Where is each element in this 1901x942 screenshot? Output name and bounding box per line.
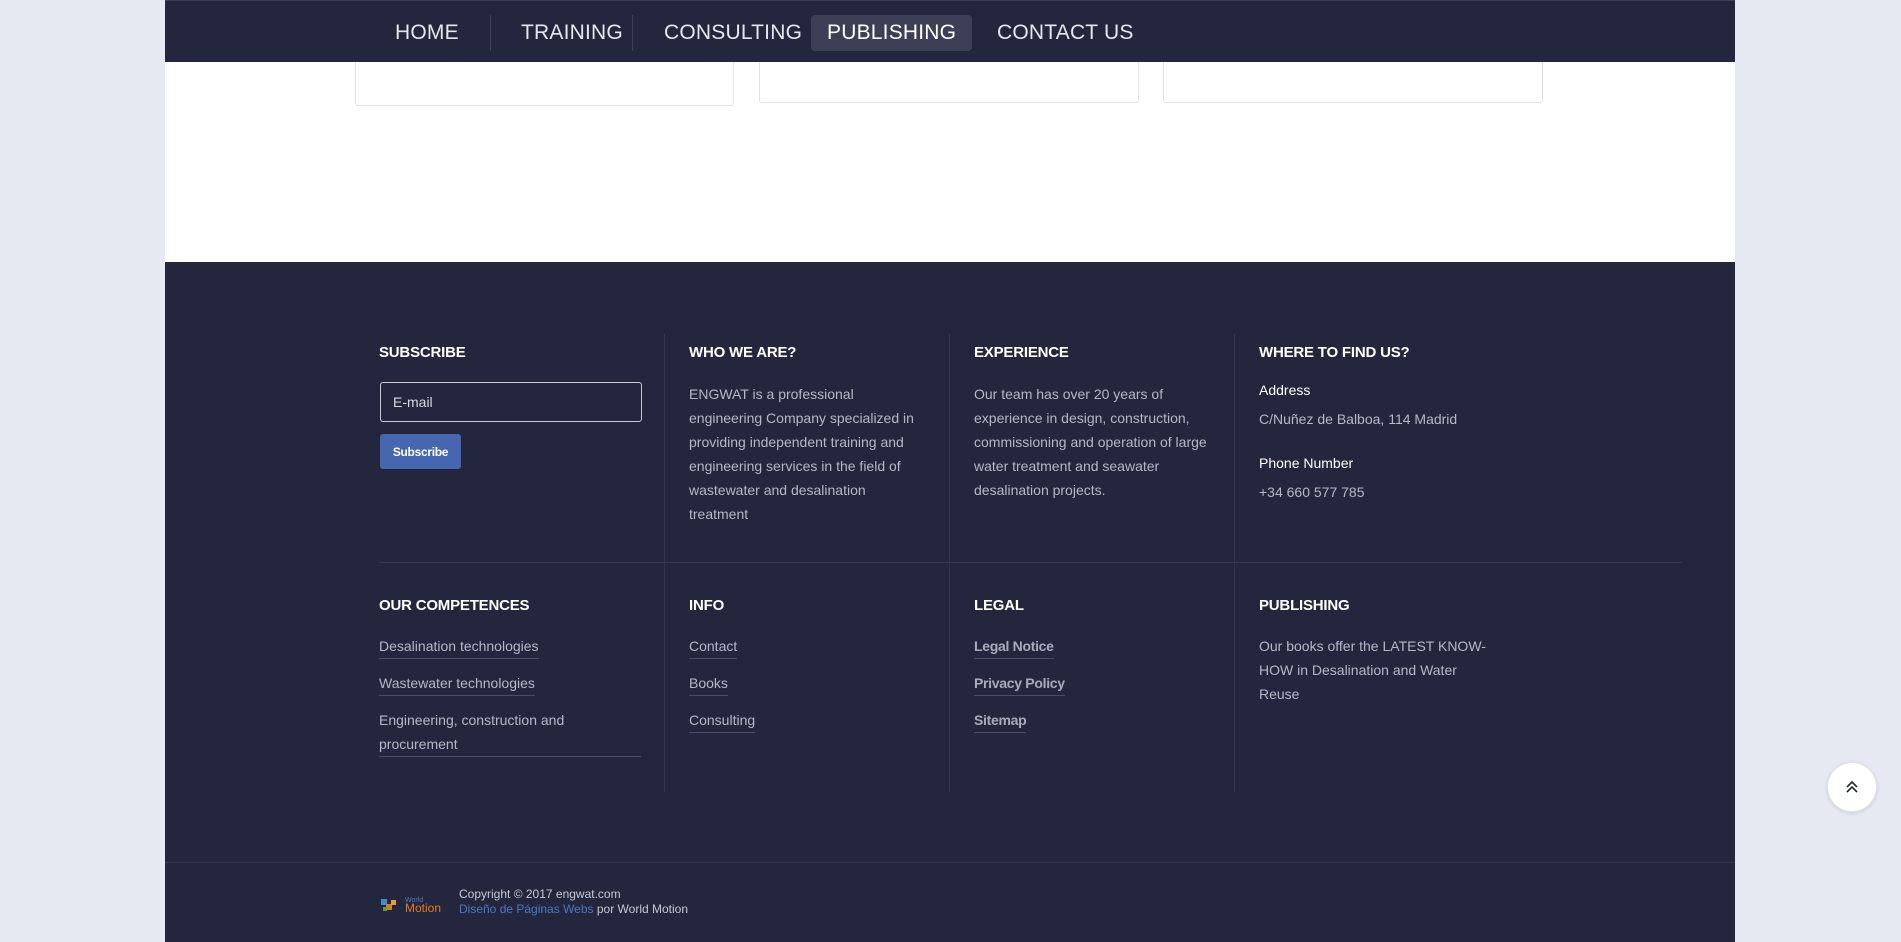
address-label: Address — [1259, 382, 1311, 398]
footer: SUBSCRIBE Subscribe WHO WE ARE? ENGWAT i… — [165, 262, 1735, 942]
subscribe-heading: SUBSCRIBE — [379, 344, 466, 361]
email-input[interactable] — [380, 382, 642, 422]
who-we-are-text: ENGWAT is a professional engineering Com… — [689, 386, 914, 522]
competences-heading: OUR COMPETENCES — [379, 597, 530, 614]
nav-publishing[interactable]: PUBLISHING — [811, 15, 973, 51]
card — [355, 60, 734, 106]
logo-text-bottom: Motion — [405, 901, 441, 915]
sitemap-link[interactable]: Sitemap — [974, 708, 1027, 733]
column-divider — [664, 334, 665, 792]
where-to-find-us-heading: WHERE TO FIND US? — [1259, 344, 1410, 361]
privacy-policy-link[interactable]: Privacy Policy — [974, 671, 1065, 696]
by-text: por World Motion — [596, 902, 689, 916]
nav-consulting[interactable]: CONSULTING — [648, 15, 818, 51]
column-divider — [949, 334, 950, 792]
row-divider — [379, 562, 1682, 563]
footer-bottom-bar: World Motion Copyright © 2017 engwat.com… — [165, 862, 1735, 942]
copyright-block: Copyright © 2017 engwat.com Diseño de Pá… — [459, 887, 688, 917]
info-consulting-link[interactable]: Consulting — [689, 708, 756, 733]
experience-text: Our team has over 20 years of experience… — [974, 386, 1207, 498]
nav-contact-us[interactable]: CONTACT US — [981, 15, 1150, 51]
legal-notice-link[interactable]: Legal Notice — [974, 634, 1054, 659]
nav-home[interactable]: HOME — [379, 15, 475, 51]
who-we-are-heading: WHO WE ARE? — [689, 344, 797, 361]
copyright-text: Copyright © 2017 engwat.com — [459, 887, 621, 901]
top-navigation: HOME TRAINING CONSULTING PUBLISHING CONT… — [165, 0, 1735, 62]
column-divider — [1234, 334, 1235, 792]
info-books-link[interactable]: Books — [689, 671, 728, 696]
double-chevron-up-icon — [1846, 780, 1858, 793]
subscribe-button[interactable]: Subscribe — [380, 434, 461, 469]
nav-separator — [490, 15, 491, 51]
competence-wastewater-link[interactable]: Wastewater technologies — [379, 671, 535, 696]
legal-heading: LEGAL — [974, 597, 1024, 614]
competence-engineering-link[interactable]: Engineering, construction and procuremen… — [379, 708, 641, 757]
card — [759, 60, 1139, 103]
puzzle-logo-icon: World Motion — [381, 897, 441, 915]
info-contact-link[interactable]: Contact — [689, 634, 738, 659]
competence-desalination-link[interactable]: Desalination technologies — [379, 634, 539, 659]
publishing-text: Our books offer the LATEST KNOW- HOW in … — [1259, 638, 1486, 702]
info-heading: INFO — [689, 597, 725, 614]
publishing-heading: PUBLISHING — [1259, 597, 1350, 614]
nav-separator — [632, 15, 633, 51]
design-link[interactable]: Diseño de Páginas Webs — [459, 902, 594, 916]
page: HOME TRAINING CONSULTING PUBLISHING CONT… — [165, 0, 1735, 942]
world-motion-logo[interactable]: World Motion — [380, 895, 450, 915]
experience-heading: EXPERIENCE — [974, 344, 1069, 361]
scroll-to-top-button[interactable] — [1827, 762, 1877, 812]
address-value: C/Nuñez de Balboa, 114 Madrid — [1259, 411, 1458, 427]
card — [1163, 60, 1543, 103]
phone-value: +34 660 577 785 — [1259, 484, 1365, 500]
nav-training[interactable]: TRAINING — [505, 15, 639, 51]
phone-label: Phone Number — [1259, 455, 1354, 471]
